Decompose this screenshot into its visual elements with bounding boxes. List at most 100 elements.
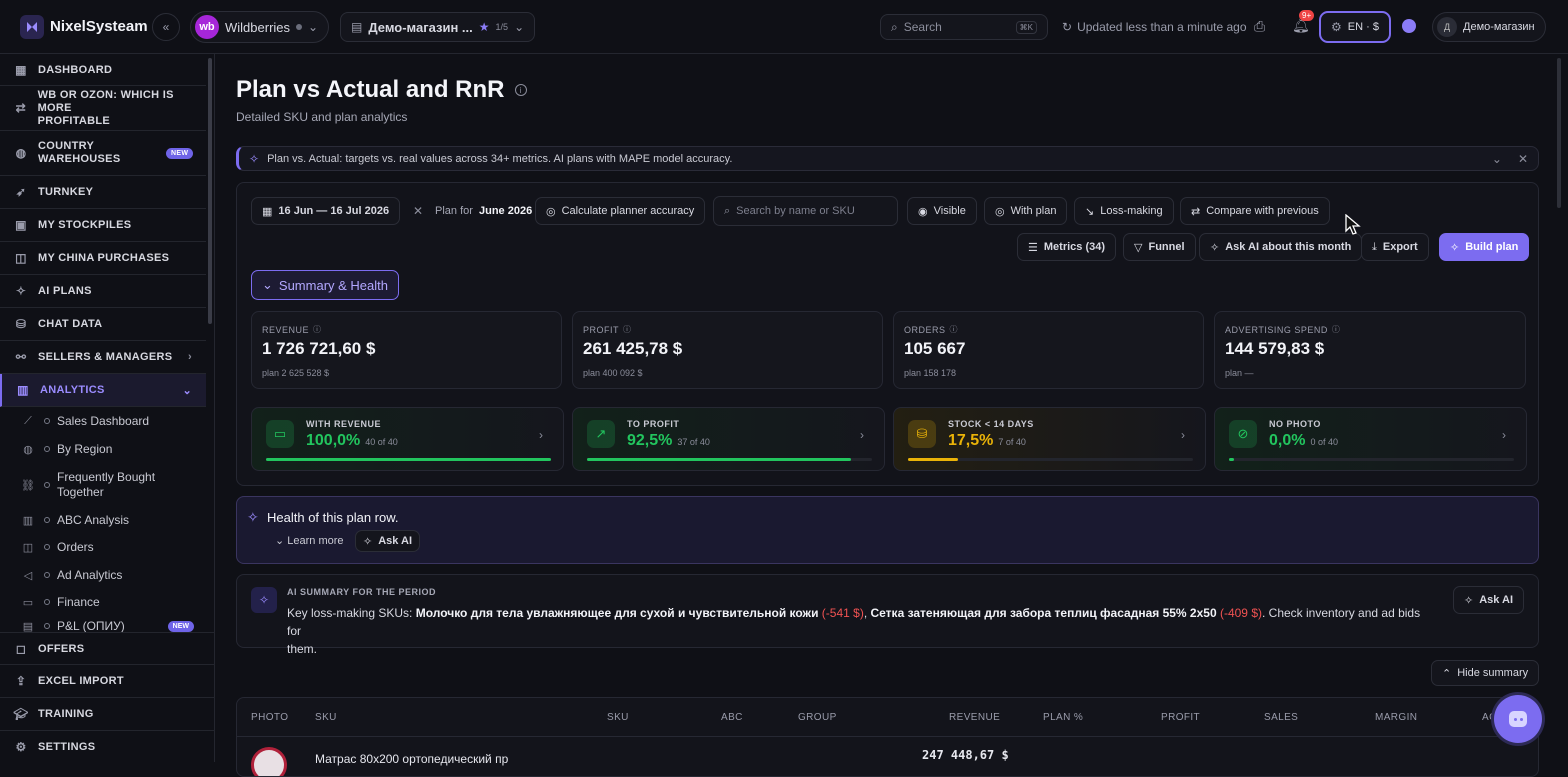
bullet-icon — [44, 446, 50, 452]
column-header-abc[interactable]: ABC — [721, 712, 743, 723]
page-scrollbar[interactable] — [1557, 58, 1561, 208]
refresh-icon: ↻ — [1062, 20, 1073, 34]
compare-previous-button[interactable]: ⇄ Compare with previous — [1180, 197, 1330, 225]
summary-separator: , — [863, 606, 871, 620]
calculate-accuracy-button[interactable]: ◎ Calculate planner accuracy — [535, 197, 706, 225]
health-card[interactable]: ⊘ NO PHOTO 0,0% 0 of 40 › — [1214, 407, 1527, 471]
column-header-sales[interactable]: SALES — [1264, 712, 1298, 723]
sku-name[interactable]: Матрас 80х200 ортопедический пр — [315, 752, 508, 766]
no-image-icon: ⊘ — [1229, 420, 1257, 448]
sidebar-item-analytics[interactable]: ▥ ANALYTICS ⌄ — [0, 374, 206, 407]
sidebar-subitem-by-region[interactable]: ◍ By Region — [0, 437, 206, 461]
sparkle-icon: ✧ — [249, 151, 260, 166]
sidebar-subitem-ad-analytics[interactable]: ◁ Ad Analytics — [0, 563, 206, 587]
sidebar-item-turnkey[interactable]: ➶ TURNKEY — [0, 176, 206, 209]
loss-making-filter-button[interactable]: ↘ Loss-making — [1074, 197, 1174, 225]
sparkle-icon: ✧ — [15, 284, 27, 298]
column-header-photo[interactable]: PHOTO — [251, 712, 288, 723]
info-icon[interactable]: i — [514, 84, 527, 96]
globe-icon: ◍ — [15, 146, 27, 160]
build-plan-button[interactable]: ✧ Build plan — [1439, 233, 1530, 261]
sidebar-item-settings[interactable]: ⚙ SETTINGS — [0, 731, 215, 762]
sidebar-scrollbar[interactable] — [208, 58, 212, 324]
learn-more-button[interactable]: ⌄ Learn more — [275, 534, 344, 547]
health-count: 7 of 40 — [998, 437, 1026, 447]
sidebar-item-excel-import[interactable]: ⇪ EXCEL IMPORT — [0, 665, 215, 698]
info-icon: ⓘ — [949, 325, 958, 334]
chevron-right-icon: › — [1502, 428, 1506, 442]
sidebar-subitem-orders[interactable]: ◫ Orders — [0, 535, 206, 559]
chevron-down-icon: ⌄ — [275, 535, 285, 547]
sidebar-item-country-warehouses[interactable]: ◍ COUNTRY WAREHOUSES NEW — [0, 131, 206, 176]
export-button[interactable]: ⤓ Export — [1361, 233, 1429, 261]
column-header-sku-name[interactable]: SKU — [315, 712, 337, 723]
search-box[interactable]: ⌕ Search ⌘K — [880, 14, 1048, 40]
health-count: 37 of 40 — [677, 437, 710, 447]
hide-summary-button[interactable]: ⌃ Hide summary — [1431, 660, 1540, 686]
user-menu[interactable]: Д Демо-магазин — [1432, 12, 1546, 42]
sidebar-item-sellers-managers[interactable]: ⚯ SELLERS & MANAGERS › — [0, 341, 206, 374]
visible-filter-button[interactable]: ◉ Visible — [907, 197, 977, 225]
chevron-down-icon[interactable]: ⌄ — [1492, 152, 1502, 166]
column-header-group[interactable]: GROUP — [798, 712, 837, 723]
sidebar-item-my-stockpiles[interactable]: ▣ MY STOCKPILES — [0, 209, 206, 242]
column-header-profit[interactable]: PROFIT — [1161, 712, 1200, 723]
sku-search-input[interactable]: ⌕ Search by name or SKU — [713, 196, 898, 226]
sidebar-item-label: OFFERS — [38, 642, 85, 655]
sidebar-item-dashboard[interactable]: ▦ DASHBOARD — [0, 54, 206, 86]
sidebar-subitem-abc-analysis[interactable]: ▥ ABC Analysis — [0, 508, 206, 532]
kpi-label: ADVERTISING SPEND — [1225, 324, 1328, 335]
column-header-sku[interactable]: SKU — [607, 712, 629, 723]
kpi-value: 261 425,78 $ — [583, 339, 683, 358]
sidebar-item-china-purchases[interactable]: ◫ MY CHINA PURCHASES — [0, 242, 206, 275]
table-row[interactable]: Матрас 80х200 ортопедический пр 247 448,… — [237, 737, 1538, 776]
compare-label: Compare with previous — [1206, 205, 1319, 217]
health-card[interactable]: ⛁ STOCK < 14 DAYS 17,5% 7 of 40 › — [893, 407, 1206, 471]
bullet-icon — [44, 482, 50, 488]
sidebar-subitem-frequently-bought[interactable]: ⛓ Frequently Bought Together — [0, 468, 206, 502]
ai-assistant-button[interactable] — [1494, 695, 1542, 743]
date-range-picker[interactable]: ▦ 16 Jun — 16 Jul 2026 — [251, 197, 401, 225]
with-plan-filter-button[interactable]: ◎ With plan — [984, 197, 1068, 225]
column-header-margin[interactable]: MARGIN — [1375, 712, 1417, 723]
column-header-revenue[interactable]: REVENUE — [949, 712, 1000, 723]
column-header-plan-pct[interactable]: PLAN % — [1043, 712, 1083, 723]
ask-ai-month-button[interactable]: ✧ Ask AI about this month — [1199, 233, 1363, 261]
language-currency-button[interactable]: ⚙ EN · $ — [1319, 11, 1391, 43]
health-card[interactable]: ↗ TO PROFIT 92,5% 37 of 40 › — [572, 407, 885, 471]
sidebar-item-label: CHAT DATA — [38, 318, 103, 330]
sidebar-subitem-pnl[interactable]: ▤ P&L (ОПИУ) NEW — [0, 620, 206, 632]
clear-date-icon[interactable]: ✕ — [413, 204, 423, 218]
collapse-sidebar-button[interactable]: « — [152, 13, 180, 41]
sidebar-item-ai-plans[interactable]: ✧ AI PLANS — [0, 275, 206, 308]
ask-ai-button[interactable]: ✧ Ask AI — [355, 530, 421, 552]
sidebar-item-training[interactable]: 🎓︎ TRAINING — [0, 698, 215, 731]
kpi-label: ORDERS — [904, 324, 946, 335]
summary-health-tab[interactable]: ⌄ Summary & Health — [251, 270, 399, 300]
loss-sku-1[interactable]: Молочко для тела увлажняющее для сухой и… — [416, 606, 819, 620]
kpi-ad-spend: ADVERTISING SPEND ⓘ 144 579,83 $ plan — — [1214, 311, 1526, 389]
sidebar-subitem-finance[interactable]: ▭ Finance — [0, 590, 206, 614]
sidebar-item-chat-data[interactable]: ⛁ CHAT DATA — [0, 308, 206, 341]
subitem-label: Frequently Bought — [57, 470, 156, 484]
row-revenue: 247 448,67 $ — [922, 748, 1009, 762]
chevron-down-icon: ⌄ — [514, 20, 525, 34]
metrics-button[interactable]: ☰ Metrics (34) — [1017, 233, 1117, 261]
ai-summary-ask-button[interactable]: ✧ Ask AI — [1453, 586, 1525, 614]
app-logo-icon[interactable] — [20, 15, 44, 39]
sidebar-subitem-sales-dashboard[interactable]: ⟋ Sales Dashboard — [0, 409, 206, 433]
marketplace-select[interactable]: wb Wildberries ⌄ — [190, 11, 330, 43]
health-card[interactable]: ▭ WITH REVENUE 100,0% 40 of 40 › — [251, 407, 564, 471]
language-label: EN · $ — [1347, 21, 1379, 33]
search-placeholder: Search by name or SKU — [736, 205, 855, 217]
sidebar-item-offers[interactable]: ◻ OFFERS — [0, 632, 215, 665]
ai-bot-icon[interactable] — [1402, 19, 1416, 33]
funnel-button[interactable]: ▽ Funnel — [1123, 233, 1196, 261]
print-icon[interactable]: ⎙ — [1254, 18, 1265, 35]
sidebar-item-wb-or-ozon[interactable]: ⇄ WB OR OZON: WHICH IS MORE PROFITABLE — [0, 86, 206, 131]
grid-icon: ▦ — [15, 62, 27, 77]
loss-sku-2[interactable]: Сетка затеняющая для забора теплиц фасад… — [871, 606, 1217, 620]
store-select[interactable]: ▤ Демо-магазин ... ★ 1/5 ⌄ — [340, 12, 536, 42]
subitem-label: Sales Dashboard — [57, 414, 150, 428]
close-icon[interactable]: ✕ — [1518, 152, 1528, 166]
